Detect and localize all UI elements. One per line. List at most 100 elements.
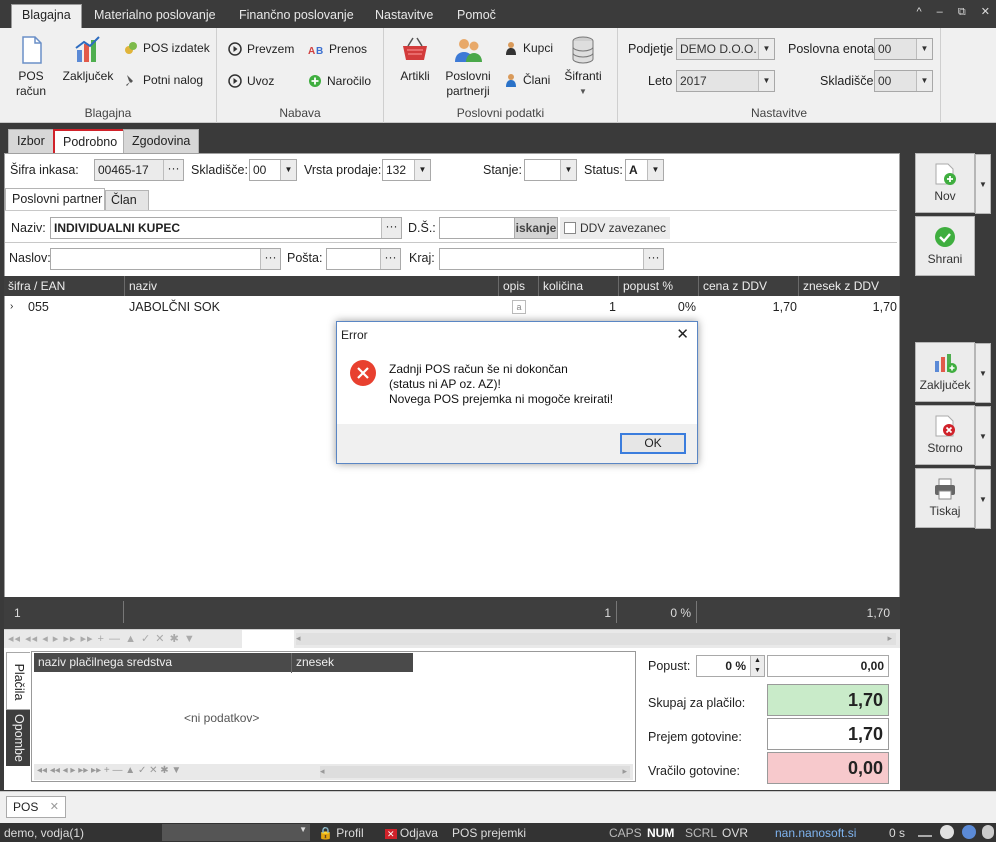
error-dialog: Error ✕ Zadnji POS račun še ni dokončan … (336, 321, 698, 464)
podjetje-select[interactable]: DEMO D.O.O. ▼ (676, 38, 775, 60)
column-header-popust[interactable]: popust % (619, 276, 699, 296)
ellipsis-button[interactable]: ··· (643, 249, 663, 269)
chevron-down-icon[interactable]: ▼ (560, 160, 576, 180)
nov-button[interactable]: Nov ▼ (915, 153, 991, 214)
chevron-down-icon[interactable]: ▼ (647, 160, 663, 180)
skladisce-ribbon-select[interactable]: 00 ▼ (874, 70, 933, 92)
clani-button[interactable]: Člani (504, 73, 550, 87)
minimize-button[interactable]: – (937, 6, 943, 18)
column-header-znesek[interactable]: znesek z DDV (799, 276, 900, 296)
side-tab-placila[interactable]: Plačila (6, 652, 30, 710)
column-header-sifra[interactable]: šifra / EAN (4, 276, 125, 296)
chevron-down-icon[interactable]: ▼ (758, 71, 774, 91)
payments-navigator-buttons[interactable]: ◂◂ ◂◂ ◂ ▸ ▸▸ ▸▸ + — ▲ ✓ ✕ ✱ ▼ (37, 765, 181, 776)
navigator-buttons[interactable]: ◂◂ ◂◂ ◂ ▸ ▸▸ ▸▸ + — ▲ ✓ ✕ ✱ ▼ (8, 632, 196, 645)
naziv-field[interactable]: INDIVIDUALNI KUPEC ··· (50, 217, 402, 239)
spinner-arrows-icon[interactable]: ▲ ▼ (750, 656, 764, 676)
tab-zgodovina[interactable]: Zgodovina (123, 129, 200, 153)
leto-select[interactable]: 2017 ▼ (676, 70, 775, 92)
status-server-link[interactable]: nan.nanosoft.si (775, 826, 856, 840)
side-tab-opombe[interactable]: Opombe (6, 710, 30, 766)
column-header-naziv-placilnega[interactable]: naziv plačilnega sredstva (34, 653, 292, 673)
iskanje-button[interactable]: iskanje (514, 218, 557, 238)
chevron-down-icon[interactable]: ▼ (280, 160, 296, 180)
zakljucek-ribbon-button[interactable]: Zaključek (60, 34, 116, 84)
narocilo-button[interactable]: Naročilo (308, 74, 371, 88)
horizontal-scrollbar[interactable]: ◂ ▸ (296, 633, 896, 645)
column-header-kolicina[interactable]: količina (539, 276, 619, 296)
menu-tab-pomoc[interactable]: Pomoč (447, 5, 506, 28)
vrsta-prodaje-value: 132 (386, 163, 407, 177)
sifranti-button[interactable]: Šifranti ▼ (560, 34, 606, 99)
menu-tab-materialno[interactable]: Materialno poslovanje (84, 5, 226, 28)
ellipsis-button[interactable]: ··· (163, 160, 183, 180)
restore-button[interactable]: ⧉ (958, 6, 966, 18)
chevron-down-icon[interactable]: ▼ (975, 343, 991, 403)
stanje-select[interactable]: ▼ (524, 159, 577, 181)
column-header-opis[interactable]: opis (499, 276, 539, 296)
tab-clan[interactable]: Član (105, 190, 149, 210)
status-combo[interactable]: ▼ (162, 824, 310, 841)
zakljucek-button[interactable]: Zaključek ▼ (915, 342, 991, 403)
kraj-field[interactable]: ··· (439, 248, 664, 270)
dialog-close-icon[interactable]: ✕ (676, 322, 689, 348)
potni-nalog-button[interactable]: Potni nalog (124, 73, 203, 87)
chevron-down-icon[interactable]: ▼ (975, 469, 991, 529)
prevzem-button[interactable]: Prevzem (228, 42, 294, 56)
cell-sifra: 055 (28, 300, 49, 314)
column-header-cena[interactable]: cena z DDV (699, 276, 799, 296)
close-icon[interactable]: ✕ (50, 797, 59, 817)
pos-izdatek-button[interactable]: POS izdatek (124, 41, 210, 55)
cell-opis-note-icon[interactable]: a (512, 300, 526, 314)
kupci-button[interactable]: Kupci (504, 41, 553, 55)
chevron-down-icon[interactable]: ▼ (975, 154, 991, 214)
posta-field[interactable]: ··· (326, 248, 401, 270)
chevron-down-icon[interactable]: ▼ (916, 39, 932, 59)
poslovni-partnerji-button[interactable]: Poslovni partnerji (442, 34, 494, 99)
table-row[interactable]: › 055 JABOLČNI SOK a 1 0% 1,70 1,70 (4, 297, 900, 317)
vrsta-prodaje-select[interactable]: 132 ▼ (382, 159, 431, 181)
popust-pct-spinner[interactable]: 0 % ▲ ▼ (696, 655, 765, 677)
skladisce-select[interactable]: 00 ▼ (249, 159, 297, 181)
skupaj-value: 1,70 (767, 684, 889, 716)
chevron-down-icon[interactable]: ▼ (299, 825, 307, 834)
naziv-label: Naziv: (11, 221, 46, 235)
chevron-down-icon[interactable]: ▼ (758, 39, 774, 59)
collapse-ribbon-button[interactable]: ^ (916, 6, 921, 18)
tab-izbor[interactable]: Izbor (8, 129, 54, 153)
poslovna-enota-select[interactable]: 00 ▼ (874, 38, 933, 60)
doc-tab-pos[interactable]: POS ✕ (6, 796, 66, 818)
column-header-naziv[interactable]: naziv (125, 276, 499, 296)
menu-tab-blagajna[interactable]: Blagajna (11, 4, 82, 28)
artikli-button[interactable]: Artikli (394, 34, 436, 84)
sifra-inkasa-field[interactable]: 00465-17 ··· (94, 159, 184, 181)
shrani-button[interactable]: Shrani (915, 216, 975, 276)
chevron-down-icon[interactable]: ▼ (414, 160, 430, 180)
menu-tab-financno[interactable]: Finančno poslovanje (229, 5, 364, 28)
summary-kolicina: 1 (604, 606, 611, 620)
storno-button[interactable]: Storno ▼ (915, 405, 991, 466)
payments-scrollbar[interactable]: ◂ ▸ (320, 766, 630, 778)
chevron-down-icon[interactable]: ▼ (975, 406, 991, 466)
status-select[interactable]: A ▼ (625, 159, 664, 181)
prejem-value[interactable]: 1,70 (767, 718, 889, 750)
ddv-zavezanec-checkbox-wrap[interactable]: DDV zavezanec (560, 217, 670, 239)
prenos-button[interactable]: AB Prenos (308, 42, 367, 56)
menu-tab-nastavitve[interactable]: Nastavitve (365, 5, 443, 28)
ddv-checkbox[interactable] (564, 222, 576, 234)
close-button[interactable]: ✕ (981, 6, 990, 18)
ellipsis-button[interactable]: ··· (380, 249, 400, 269)
ellipsis-button[interactable]: ··· (381, 218, 401, 238)
ellipsis-button[interactable]: ··· (260, 249, 280, 269)
ok-button[interactable]: OK (620, 433, 686, 454)
pos-racun-button[interactable]: POS račun (10, 34, 52, 99)
naslov-field[interactable]: ··· (50, 248, 281, 270)
tab-podrobno[interactable]: Podrobno (53, 129, 128, 154)
chevron-down-icon[interactable]: ▼ (916, 71, 932, 91)
uvoz-button[interactable]: Uvoz (228, 74, 274, 88)
profil-button[interactable]: 🔒 Profil (318, 826, 364, 840)
tab-poslovni-partner[interactable]: Poslovni partner (5, 188, 105, 210)
tiskaj-button[interactable]: Tiskaj ▼ (915, 468, 991, 529)
column-header-placilo-znesek[interactable]: znesek (292, 653, 413, 673)
odjava-button[interactable]: ✕ Odjava (385, 826, 438, 840)
